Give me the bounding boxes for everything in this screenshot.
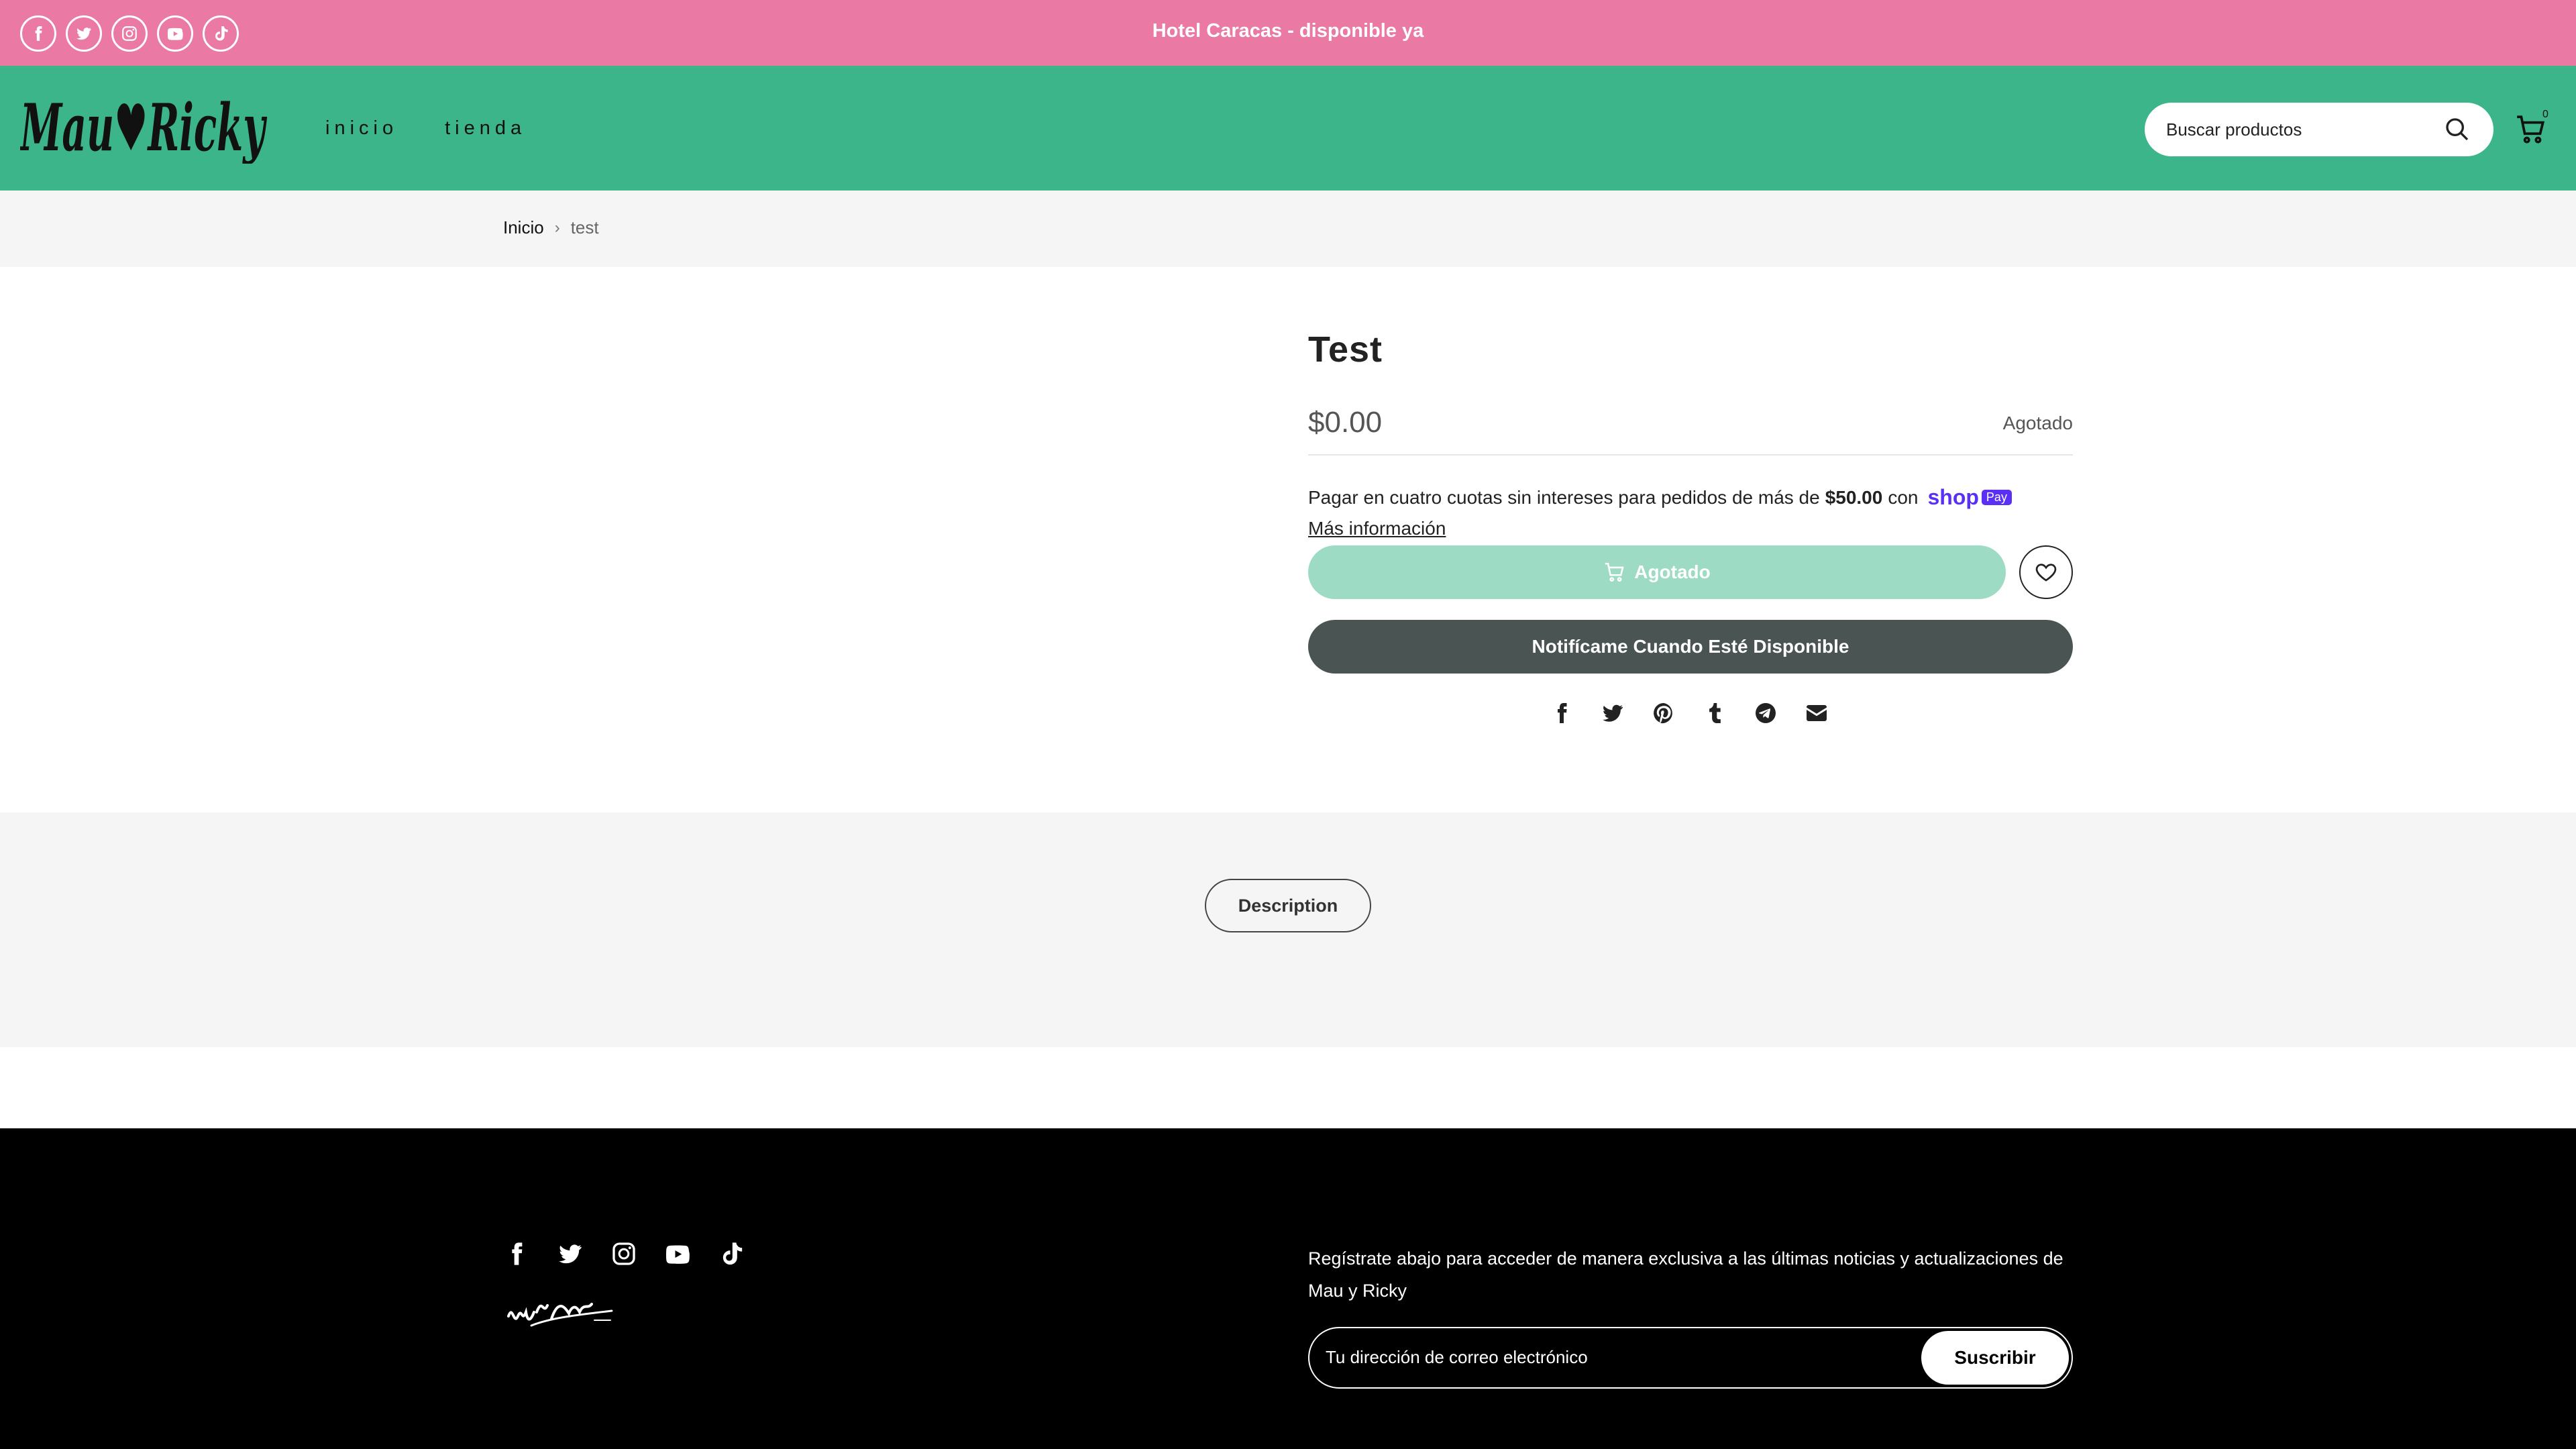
sold-out-button[interactable]: Agotado: [1308, 545, 2006, 599]
chevron-right-icon: ›: [554, 218, 560, 237]
breadcrumb-home[interactable]: Inicio: [503, 217, 544, 238]
tumblr-icon[interactable]: [1703, 701, 1727, 725]
breadcrumb-current: test: [570, 217, 599, 237]
tab-description[interactable]: Description: [1205, 879, 1371, 932]
record-label-logo: [504, 1289, 633, 1338]
announcement-text[interactable]: Hotel Caracas - disponible ya: [0, 20, 2576, 42]
shoppay-word: shop: [1927, 485, 1979, 509]
shoppay-logo: shop Pay: [1927, 485, 2012, 510]
facebook-icon[interactable]: [1550, 701, 1574, 725]
more-info-link[interactable]: Más información: [1308, 518, 1446, 539]
price-divider: [1308, 454, 2073, 455]
email-icon[interactable]: [1805, 701, 1829, 725]
site-footer: Regístrate abajo para acceder de manera …: [0, 1128, 2576, 1449]
product-price: $0.00: [1308, 406, 1383, 439]
wishlist-button[interactable]: [2019, 545, 2073, 599]
product-tabs: Description: [0, 812, 2576, 1047]
share-links: [1550, 701, 1829, 725]
twitter-icon[interactable]: [557, 1240, 584, 1267]
footer-social-links: [503, 1240, 745, 1267]
installments-suffix: con: [1888, 486, 1919, 508]
cart-count: 0: [2542, 109, 2548, 120]
stock-status: Agotado: [2002, 413, 2073, 433]
newsletter-form: Tu dirección de correo electrónico Suscr…: [1308, 1327, 2073, 1389]
nav-item-tienda[interactable]: tienda: [445, 117, 526, 140]
breadcrumb: Inicio › test: [503, 217, 599, 238]
email-field[interactable]: Tu dirección de correo electrónico: [1326, 1347, 1588, 1368]
search-input[interactable]: Buscar productos: [2166, 119, 2302, 140]
nav-item-inicio[interactable]: inicio: [325, 117, 398, 140]
twitter-icon[interactable]: [1601, 701, 1625, 725]
site-logo[interactable]: Mau♥Ricky: [19, 90, 268, 166]
search-icon[interactable]: [2444, 116, 2471, 143]
shoppay-badge: Pay: [1981, 490, 2012, 505]
svg-text:Mau♥Ricky: Mau♥Ricky: [20, 93, 268, 164]
site-header: Mau♥Ricky inicio tienda Buscar productos…: [0, 66, 2576, 191]
main-nav: inicio tienda: [325, 117, 526, 140]
youtube-icon[interactable]: [664, 1240, 691, 1267]
tiktok-icon[interactable]: [718, 1240, 745, 1267]
cart-icon: [1605, 562, 1624, 582]
heart-icon: [2035, 564, 2057, 582]
search-box[interactable]: Buscar productos: [2145, 103, 2493, 156]
pinterest-icon[interactable]: [1652, 701, 1676, 725]
notify-button[interactable]: Notifícame Cuando Esté Disponible: [1308, 620, 2073, 674]
facebook-icon[interactable]: [503, 1240, 530, 1267]
installments-amount: $50.00: [1825, 486, 1883, 508]
installments-info: Pagar en cuatro cuotas sin intereses par…: [1308, 485, 2012, 510]
product-title: Test: [1308, 329, 1383, 370]
announcement-bar: Hotel Caracas - disponible ya: [0, 0, 2576, 66]
newsletter-text: Regístrate abajo para acceder de manera …: [1308, 1248, 2063, 1301]
telegram-icon[interactable]: [1754, 701, 1778, 725]
breadcrumb-bar: Inicio › test: [0, 191, 2576, 267]
installments-prefix: Pagar en cuatro cuotas sin intereses par…: [1308, 486, 1820, 508]
subscribe-button[interactable]: Suscribir: [1921, 1331, 2069, 1385]
instagram-icon[interactable]: [610, 1240, 637, 1267]
cart-button[interactable]: 0: [2514, 109, 2548, 146]
sold-out-label: Agotado: [1634, 561, 1711, 582]
